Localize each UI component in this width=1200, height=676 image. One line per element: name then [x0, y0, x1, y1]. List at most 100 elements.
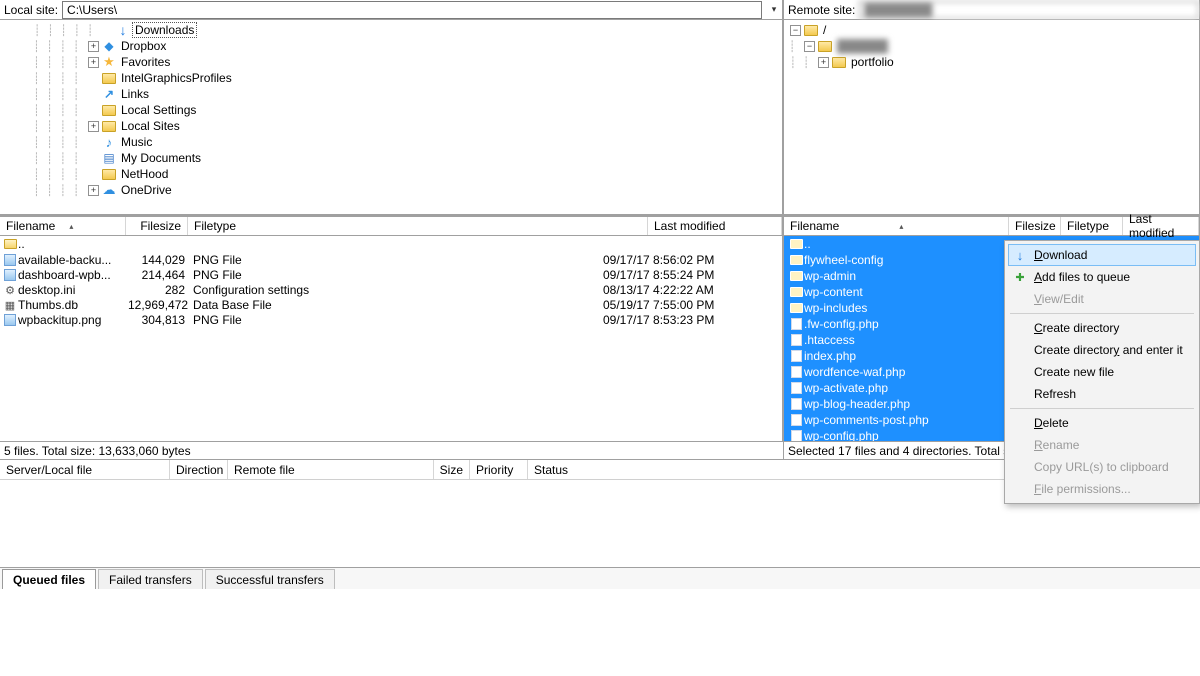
image-file-icon: [2, 254, 18, 266]
tab-queued-files[interactable]: Queued files: [2, 569, 96, 589]
no-expander: [88, 169, 99, 180]
remote-file-name: .htaccess: [804, 333, 999, 347]
tree-item[interactable]: ┊ ┊ ┊ ┊ Local Settings: [0, 102, 782, 118]
star-icon: [101, 55, 117, 69]
tree-item[interactable]: ┊ ┊ ┊ ┊ +Local Sites: [0, 118, 782, 134]
col-r-lastmodified[interactable]: Last modified: [1123, 217, 1199, 235]
file-name: desktop.ini: [18, 283, 128, 297]
local-pane: Local site: ▾ ┊ ┊ ┊ ┊ ┊ Downloads┊ ┊ ┊ ┊…: [0, 0, 784, 215]
menu-item-label: Create directory: [1034, 321, 1119, 335]
down-icon: [1012, 248, 1028, 263]
local-columns: Filename ▴ Filesize Filetype Last modifi…: [0, 216, 783, 236]
col-filename[interactable]: Filename ▴: [0, 217, 126, 235]
col-size[interactable]: Size: [434, 460, 470, 479]
tab-failed-transfers[interactable]: Failed transfers: [98, 569, 203, 589]
file-icon: [788, 414, 804, 426]
col-lastmodified[interactable]: Last modified: [648, 217, 782, 235]
tree-item-label: Links: [119, 87, 151, 101]
remote-file-name: ..: [804, 237, 999, 251]
tree-item-label: Favorites: [119, 55, 172, 69]
file-name: available-backu...: [18, 253, 128, 267]
menu-item-label: Delete: [1034, 416, 1069, 430]
tree-item[interactable]: ┊ ┊ ┊ ┊ Music: [0, 134, 782, 150]
tree-item[interactable]: ┊ −██████: [784, 38, 1199, 54]
no-expander: [88, 105, 99, 116]
menu-item: View/Edit: [1008, 288, 1196, 310]
col-server-local[interactable]: Server/Local file: [0, 460, 170, 479]
remote-columns: Filename ▴ Filesize Filetype Last modifi…: [784, 216, 1200, 236]
tree-item-label: ██████: [835, 39, 890, 53]
tree-item[interactable]: ┊ ┊ ┊ ┊ IntelGraphicsProfiles: [0, 70, 782, 86]
menu-item[interactable]: Create new file: [1008, 361, 1196, 383]
tree-item-label: Music: [119, 135, 154, 149]
menu-item-label: Create directory and enter it: [1034, 343, 1183, 357]
queue-icon: [1012, 271, 1028, 284]
expand-icon[interactable]: +: [88, 121, 99, 132]
folder-icon: [788, 255, 804, 265]
tree-item[interactable]: ┊ ┊ ┊ ┊ +Dropbox: [0, 38, 782, 54]
col-filetype[interactable]: Filetype: [188, 217, 648, 235]
tree-item[interactable]: ┊ ┊ ┊ ┊ +OneDrive: [0, 182, 782, 198]
col-direction[interactable]: Direction: [170, 460, 228, 479]
menu-item[interactable]: Add files to queue: [1008, 266, 1196, 288]
collapse-icon[interactable]: −: [790, 25, 801, 36]
col-filesize[interactable]: Filesize: [126, 217, 188, 235]
file-row[interactable]: desktop.ini282Configuration settings08/1…: [0, 282, 782, 297]
local-files-body[interactable]: ..available-backu...144,029PNG File09/17…: [0, 236, 783, 441]
remote-site-path-input[interactable]: [859, 1, 1199, 19]
tree-item[interactable]: ┊ ┊ ┊ ┊ My Documents: [0, 150, 782, 166]
file-name: wpbackitup.png: [18, 313, 128, 327]
col-remote-file[interactable]: Remote file: [228, 460, 434, 479]
settings-file-icon: [2, 283, 18, 297]
col-priority[interactable]: Priority: [470, 460, 528, 479]
expand-icon[interactable]: +: [818, 57, 829, 68]
menu-item[interactable]: Delete: [1008, 412, 1196, 434]
expand-icon[interactable]: +: [88, 41, 99, 52]
tree-item[interactable]: ┊ ┊ ┊ ┊ +Favorites: [0, 54, 782, 70]
col-r-filesize[interactable]: Filesize: [1009, 217, 1061, 235]
file-row[interactable]: dashboard-wpb...214,464PNG File09/17/17 …: [0, 267, 782, 282]
expand-icon[interactable]: +: [88, 185, 99, 196]
menu-item[interactable]: Create directory: [1008, 317, 1196, 339]
menu-item[interactable]: Create directory and enter it: [1008, 339, 1196, 361]
tree-item-label: Local Sites: [119, 119, 182, 133]
col-r-filetype[interactable]: Filetype: [1061, 217, 1123, 235]
menu-item-label: Create new file: [1034, 365, 1114, 379]
tree-item[interactable]: −/: [784, 22, 1199, 38]
sort-asc-icon: ▴: [899, 222, 903, 231]
expand-icon[interactable]: +: [88, 57, 99, 68]
tree-item-label: portfolio: [849, 55, 896, 69]
file-row[interactable]: available-backu...144,029PNG File09/17/1…: [0, 252, 782, 267]
folder-icon: [101, 167, 117, 181]
file-row[interactable]: Thumbs.db12,969,472Data Base File05/19/1…: [0, 297, 782, 312]
tree-item-label: Dropbox: [119, 39, 168, 53]
file-row[interactable]: ..: [0, 236, 782, 252]
menu-item[interactable]: Download: [1008, 244, 1196, 266]
remote-file-name: flywheel-config: [804, 253, 999, 267]
tree-item[interactable]: ┊ ┊ ┊ ┊ ┊ Downloads: [0, 22, 782, 38]
file-row[interactable]: wpbackitup.png304,813PNG File09/17/17 8:…: [0, 312, 782, 327]
download-arrow-icon: [115, 23, 131, 37]
tree-item[interactable]: ┊ ┊ ┊ ┊ Links: [0, 86, 782, 102]
file-size: 304,813: [128, 313, 193, 327]
tree-item[interactable]: ┊ ┊ +portfolio: [784, 54, 1199, 70]
folder-icon: [101, 71, 117, 85]
music-icon: [101, 135, 117, 149]
menu-item[interactable]: Refresh: [1008, 383, 1196, 405]
local-site-path-input[interactable]: [62, 1, 762, 19]
remote-tree[interactable]: −/┊ −██████┊ ┊ +portfolio: [784, 20, 1200, 215]
remote-file-name: wp-activate.php: [804, 381, 999, 395]
file-modified: 09/17/17 8:53:23 PM: [603, 313, 782, 327]
file-type: PNG File: [193, 268, 603, 282]
file-icon: [788, 430, 804, 441]
local-site-dropdown-icon[interactable]: ▾: [766, 1, 782, 19]
tab-successful-transfers[interactable]: Successful transfers: [205, 569, 335, 589]
link-icon: [101, 87, 117, 101]
file-modified: 05/19/17 7:55:00 PM: [603, 298, 782, 312]
no-expander: [88, 73, 99, 84]
tree-item[interactable]: ┊ ┊ ┊ ┊ NetHood: [0, 166, 782, 182]
local-tree[interactable]: ┊ ┊ ┊ ┊ ┊ Downloads┊ ┊ ┊ ┊ +Dropbox┊ ┊ ┊…: [0, 20, 783, 215]
menu-item: Copy URL(s) to clipboard: [1008, 456, 1196, 478]
col-r-filename[interactable]: Filename ▴: [784, 217, 1009, 235]
collapse-icon[interactable]: −: [804, 41, 815, 52]
